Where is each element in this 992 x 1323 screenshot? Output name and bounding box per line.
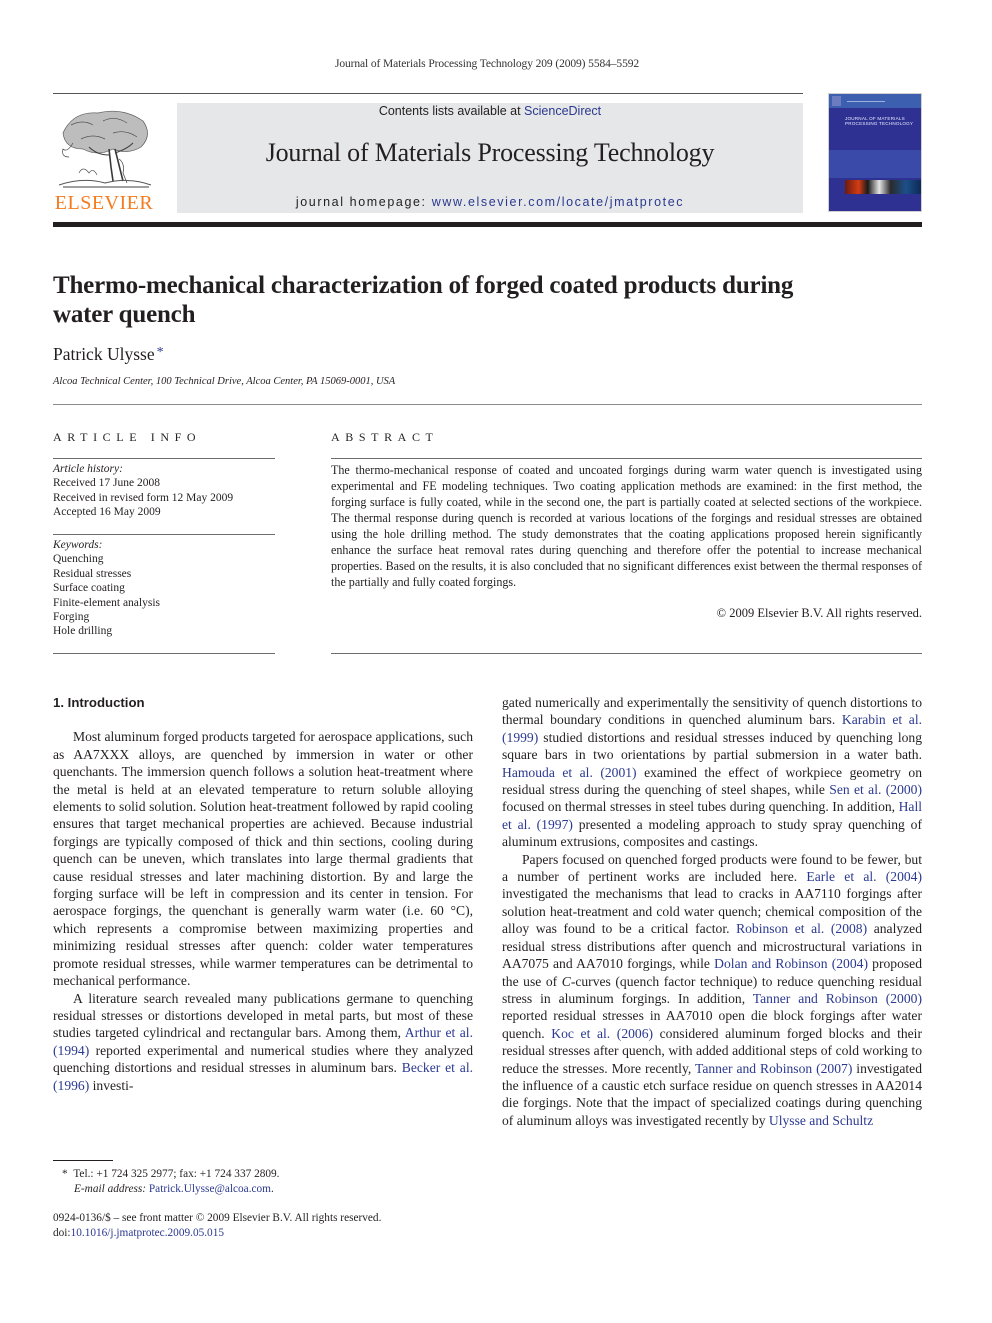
section-heading-introduction: 1. Introduction [53, 695, 145, 710]
homepage-prefix: journal homepage: [295, 195, 432, 209]
journal-cover-thumbnail[interactable]: JOURNAL OF MATERIALS PROCESSING TECHNOLO… [828, 93, 922, 212]
footnote-rule [53, 1160, 113, 1161]
author-footnote-mark[interactable]: * [157, 345, 164, 360]
article-info-heading: ARTICLE INFO [53, 430, 202, 444]
elsevier-tree-icon [58, 110, 152, 188]
elsevier-wordmark: ELSEVIER [54, 192, 154, 214]
text-run: investi- [89, 1077, 134, 1093]
elsevier-logo[interactable]: ELSEVIER [53, 103, 155, 215]
cover-title: JOURNAL OF MATERIALS PROCESSING TECHNOLO… [845, 116, 914, 126]
doi-prefix: doi: [53, 1227, 71, 1239]
contents-prefix: Contents lists available at [378, 104, 525, 118]
citation-link[interactable]: Robinson et al. (2008) [736, 921, 867, 936]
keyword: Hole drilling [53, 625, 113, 638]
text-run: focused on thermal stresses in steel tub… [502, 799, 899, 815]
article-info-rule-bottom [53, 653, 275, 654]
keywords: Keywords: Quenching Residual stresses Su… [53, 538, 275, 639]
author-name: Patrick Ulysse [53, 344, 155, 364]
journal-homepage: journal homepage: www.elsevier.com/locat… [177, 195, 803, 209]
article-title: Thermo-mechanical characterization of fo… [53, 272, 794, 328]
intro-paragraph-3: Papers focused on quenched forged produc… [502, 851, 922, 1130]
doi-line: doi:10.1016/j.jmatprotec.2009.05.015 [53, 1226, 473, 1241]
citation-link[interactable]: Koc et al. (2006) [551, 1026, 653, 1041]
history-revised: Received in revised form 12 May 2009 [53, 491, 234, 504]
masthead-bottom-rule [53, 222, 922, 227]
keyword: Quenching [53, 553, 104, 566]
body-column-right: gated numerically and experimentally the… [502, 694, 922, 1129]
masthead-top-rule [53, 93, 803, 94]
homepage-link[interactable]: www.elsevier.com/locate/jmatprotec [432, 195, 684, 209]
cover-rule [847, 101, 885, 102]
citation-link[interactable]: Hamouda et al. (2001) [502, 765, 637, 780]
citation-link[interactable]: Ulysse and Schultz [769, 1113, 873, 1128]
author-line: Patrick Ulysse * [53, 344, 164, 365]
citation-link[interactable]: Sen et al. (2000) [829, 782, 922, 797]
running-head: Journal of Materials Processing Technolo… [334, 58, 640, 70]
cover-logo-icon [832, 96, 841, 106]
cover-middle-band [829, 150, 921, 178]
abstract-copyright: © 2009 Elsevier B.V. All rights reserved… [716, 606, 922, 620]
footnote-mark: * [62, 1168, 68, 1180]
affiliation-rule [53, 404, 922, 405]
abstract-rule-bottom [331, 653, 922, 654]
intro-paragraph-2-continued: gated numerically and experimentally the… [502, 694, 922, 851]
intro-paragraph-2: A literature search revealed many public… [53, 990, 473, 1094]
citation-link[interactable]: Dolan and Robinson (2004) [714, 956, 868, 971]
cover-image-strip [845, 180, 921, 194]
front-matter: 0924-0136/$ – see front matter © 2009 El… [53, 1211, 473, 1241]
keyword: Residual stresses [53, 567, 132, 580]
abstract-text: The thermo-mechanical response of coated… [331, 463, 922, 589]
author-footnote: * Tel.: +1 724 325 2977; fax: +1 724 337… [53, 1167, 473, 1197]
abstract-heading: ABSTRACT [331, 430, 439, 444]
email-label: E-mail address: [74, 1183, 149, 1195]
body-column-left: 1. Introduction Most aluminum forged pro… [53, 694, 473, 1094]
article-history: Article history: Received 17 June 2008 R… [53, 462, 275, 520]
italic-text: C [561, 973, 571, 989]
article-info-rule-top [53, 458, 275, 459]
author-affiliation: Alcoa Technical Center, 100 Technical Dr… [53, 376, 396, 387]
citation-link[interactable]: Tanner and Robinson (2007) [695, 1061, 852, 1076]
citation-link[interactable]: Tanner and Robinson (2000) [753, 991, 922, 1006]
journal-banner: Contents lists available at ScienceDirec… [177, 103, 803, 213]
issn-line: 0924-0136/$ – see front matter © 2009 El… [53, 1212, 382, 1224]
sciencedirect-link[interactable]: ScienceDirect [524, 104, 601, 118]
history-received: Received 17 June 2008 [53, 477, 160, 490]
email-suffix: . [270, 1183, 274, 1195]
intro-paragraph-1: Most aluminum forged products targeted f… [53, 729, 473, 989]
article-history-label: Article history: [53, 463, 123, 475]
keyword: Finite-element analysis [53, 596, 160, 609]
footnote-contact: Tel.: +1 724 325 2977; fax: +1 724 337 2… [73, 1168, 280, 1180]
keyword: Forging [53, 611, 90, 624]
journal-title: Journal of Materials Processing Technolo… [265, 138, 715, 167]
author-email-link[interactable]: Patrick.Ulysse@alcoa.com [149, 1183, 271, 1195]
keyword: Surface coating [53, 582, 125, 595]
citation-link[interactable]: Earle et al. (2004) [806, 869, 922, 884]
text-run: studied distortions and residual stresse… [502, 729, 922, 763]
doi-link[interactable]: 10.1016/j.jmatprotec.2009.05.015 [71, 1227, 224, 1239]
article-info-rule-mid [53, 534, 275, 535]
contents-availability: Contents lists available at ScienceDirec… [177, 104, 803, 118]
abstract-rule-top [331, 458, 922, 459]
keywords-label: Keywords: [53, 539, 103, 551]
history-accepted: Accepted 16 May 2009 [53, 506, 161, 519]
